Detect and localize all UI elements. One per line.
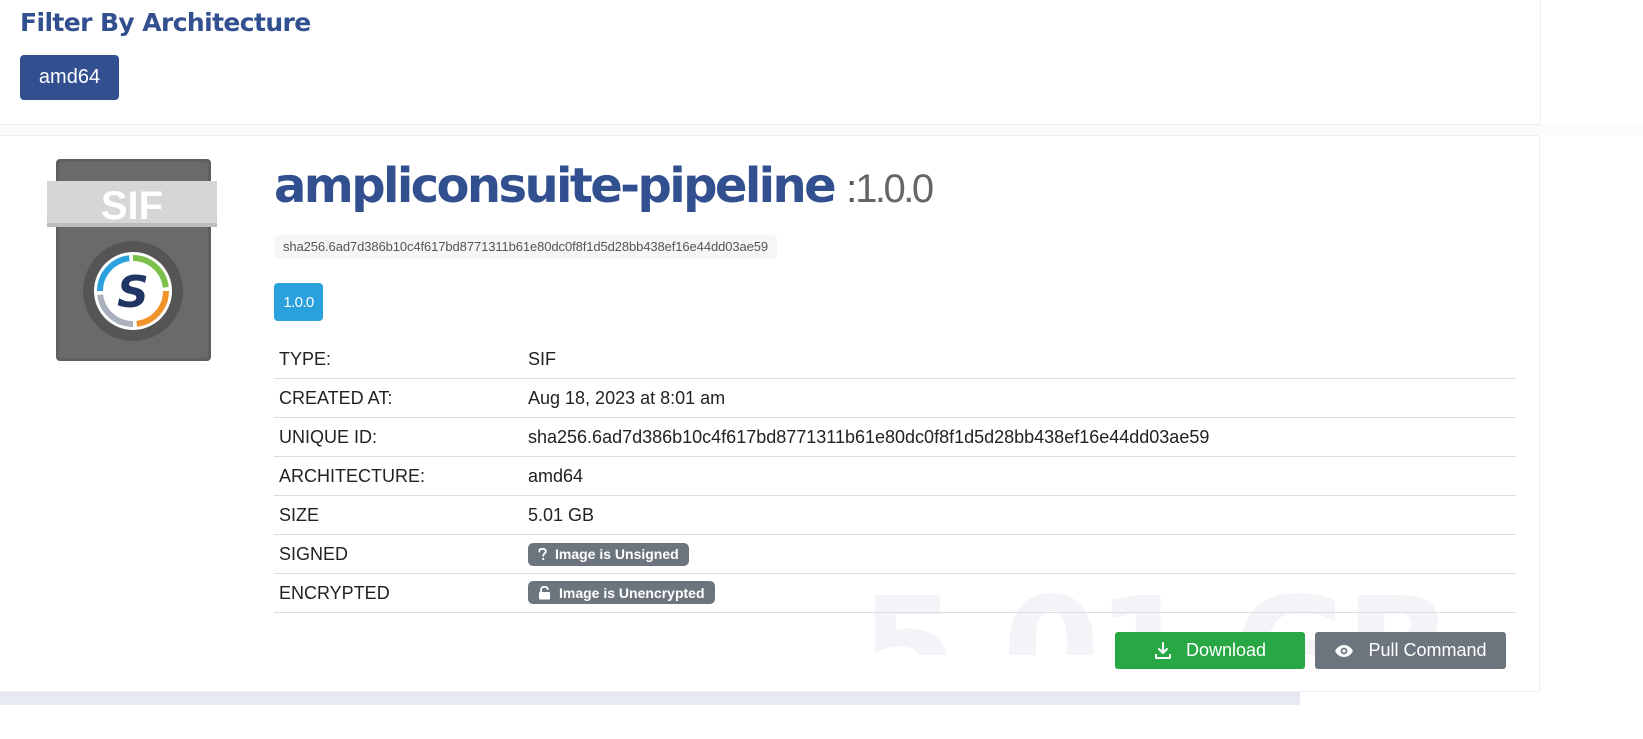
- tag-button[interactable]: 1.0.0: [274, 283, 323, 321]
- image-name: ampliconsuite-pipeline: [274, 158, 837, 214]
- detail-label: TYPE:: [274, 340, 528, 379]
- detail-value: Aug 18, 2023 at 8:01 am: [528, 378, 1516, 418]
- detail-label: ARCHITECTURE:: [274, 456, 528, 496]
- image-title: ampliconsuite-pipeline:1.0.0: [274, 158, 934, 214]
- question-icon: [538, 547, 547, 560]
- detail-label: SIZE: [274, 495, 528, 535]
- table-row: ENCRYPTED Image is Unencrypted: [274, 573, 1516, 613]
- download-icon: [1154, 641, 1171, 659]
- eye-icon: [1335, 644, 1354, 657]
- image-version: 1.0.0: [855, 167, 934, 211]
- detail-value: Image is Unencrypted: [528, 573, 1516, 613]
- filter-title: Filter By Architecture: [20, 8, 311, 37]
- title-separator: :: [846, 167, 857, 211]
- detail-value: 5.01 GB: [528, 495, 1516, 535]
- sif-file-icon: SIF S: [47, 159, 217, 361]
- architecture-filter-panel: Filter By Architecture amd64: [0, 0, 1541, 125]
- svg-text:S: S: [117, 267, 149, 318]
- page-footer-strip: [0, 692, 1300, 705]
- unlock-icon: [539, 585, 550, 600]
- download-button[interactable]: Download: [1115, 632, 1305, 669]
- section-gap: [0, 125, 1643, 135]
- detail-label: ENCRYPTED: [274, 573, 528, 613]
- table-row: CREATED AT: Aug 18, 2023 at 8:01 am: [274, 378, 1516, 418]
- download-button-label: Download: [1185, 640, 1267, 660]
- detail-value: sha256.6ad7d386b10c4f617bd8771311b61e80d…: [528, 417, 1516, 457]
- arch-filter-amd64-button[interactable]: amd64: [20, 55, 119, 100]
- pull-command-button-label: Pull Command: [1368, 640, 1487, 660]
- unsigned-badge: Image is Unsigned: [528, 542, 689, 566]
- detail-value: SIF: [528, 340, 1516, 379]
- table-row: SIZE 5.01 GB: [274, 495, 1516, 535]
- detail-value: Image is Unsigned: [528, 534, 1516, 574]
- table-row: UNIQUE ID: sha256.6ad7d386b10c4f617bd877…: [274, 417, 1516, 457]
- unsigned-badge-label: Image is Unsigned: [555, 546, 679, 562]
- table-row: SIGNED Image is Unsigned: [274, 534, 1516, 574]
- detail-value: amd64: [528, 456, 1516, 496]
- image-details-table: TYPE: SIF CREATED AT: Aug 18, 2023 at 8:…: [274, 340, 1516, 613]
- unencrypted-badge: Image is Unencrypted: [528, 581, 715, 605]
- sif-icon-label: SIF: [101, 184, 163, 228]
- detail-label: CREATED AT:: [274, 378, 528, 418]
- pull-command-button[interactable]: Pull Command: [1315, 632, 1506, 669]
- table-row: TYPE: SIF: [274, 340, 1516, 379]
- digest-chip: sha256.6ad7d386b10c4f617bd8771311b61e80d…: [274, 235, 777, 259]
- unencrypted-badge-label: Image is Unencrypted: [559, 584, 705, 601]
- detail-label: SIGNED: [274, 534, 528, 574]
- table-row: ARCHITECTURE: amd64: [274, 456, 1516, 496]
- detail-label: UNIQUE ID:: [274, 417, 528, 457]
